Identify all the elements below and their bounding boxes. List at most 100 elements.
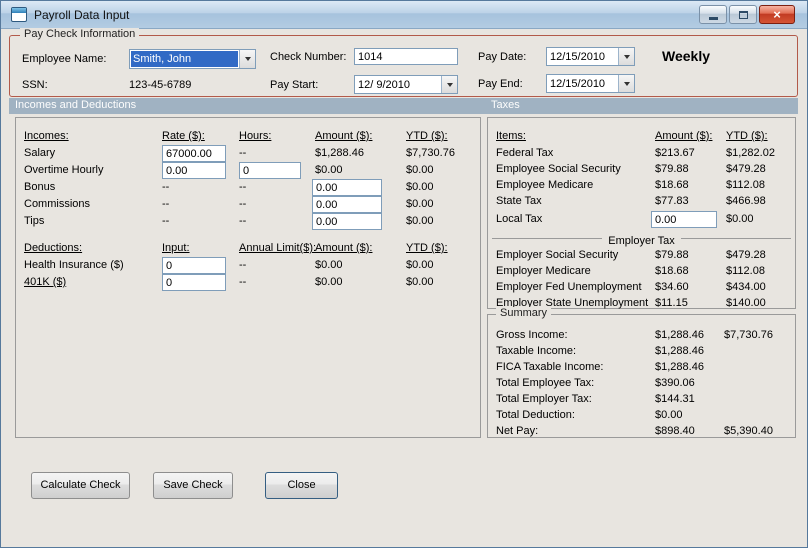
amount-col-header: Amount ($):: [315, 130, 373, 142]
income-hours: --: [239, 181, 247, 193]
amount-col-header: Amount ($):: [655, 130, 713, 142]
tax-row-state: State Tax $77.83 $466.98: [488, 195, 795, 211]
deduction-401k-link[interactable]: 401K ($): [24, 276, 66, 288]
ssn-value: 123-45-6789: [129, 79, 192, 91]
health-insurance-input[interactable]: [162, 257, 226, 274]
income-rate: --: [162, 181, 170, 193]
summary-label: Total Deduction:: [496, 409, 575, 421]
tax-amount: $18.68: [655, 265, 689, 277]
income-rate: --: [162, 198, 170, 210]
employee-dropdown-arrow-icon[interactable]: [239, 50, 255, 68]
deduction-row-health-insurance: Health Insurance ($) -- $0.00 $0.00: [16, 257, 480, 275]
tax-ytd: $0.00: [726, 213, 754, 225]
bonus-amount-input[interactable]: [312, 179, 382, 196]
window-controls: ×: [699, 5, 795, 24]
deduction-limit: --: [239, 259, 247, 271]
deduction-limit: --: [239, 276, 247, 288]
income-amount: $1,288.46: [315, 147, 364, 159]
pay-start-value: 12/ 9/2010: [358, 79, 410, 91]
deductions-header-row: Deductions: Input: Annual Limit($): Amou…: [16, 242, 480, 258]
tax-ytd: $466.98: [726, 195, 766, 207]
summary-row-fica: FICA Taxable Income: $1,288.46: [488, 361, 795, 377]
rate-col-header: Rate ($):: [162, 130, 205, 142]
summary-label: FICA Taxable Income:: [496, 361, 604, 373]
payroll-data-input-window: Payroll Data Input × Pay Check Informati…: [0, 0, 808, 548]
local-tax-input[interactable]: [651, 211, 717, 228]
check-number-input[interactable]: [354, 48, 458, 65]
close-dialog-button[interactable]: Close: [265, 472, 338, 499]
paycheck-group-label: Pay Check Information: [20, 28, 140, 40]
taxes-header-row: Items: Amount ($): YTD ($):: [488, 130, 795, 146]
tax-ytd: $112.08: [726, 179, 765, 191]
commissions-amount-input[interactable]: [312, 196, 382, 213]
income-hours: --: [239, 215, 247, 227]
save-check-button[interactable]: Save Check: [153, 472, 233, 499]
deductions-col-header: Deductions:: [24, 242, 83, 254]
tax-item: Employee Social Security: [496, 163, 621, 175]
employee-name-value: Smith, John: [131, 51, 238, 67]
hours-col-header: Hours:: [239, 130, 272, 142]
maximize-icon: [738, 10, 748, 19]
income-name: Commissions: [24, 198, 91, 210]
summary-label: Net Pay:: [496, 425, 539, 437]
tax-item: Employee Medicare: [496, 179, 594, 191]
summary-label: Taxable Income:: [496, 345, 577, 357]
deduction-ytd: $0.00: [406, 259, 434, 271]
pay-end-label: Pay End:: [478, 78, 523, 90]
summary-label: Total Employer Tax:: [496, 393, 592, 405]
pay-date-dropdown-arrow-icon[interactable]: [618, 48, 634, 65]
income-row-bonus: Bonus -- -- $0.00: [16, 179, 480, 197]
incomes-section-header: Incomes and Deductions: [15, 99, 137, 111]
salary-rate-input[interactable]: [162, 145, 226, 162]
summary-row-deduction: Total Deduction: $0.00: [488, 409, 795, 425]
income-ytd: $0.00: [406, 215, 434, 227]
input-col-header: Input:: [162, 242, 190, 254]
401k-input[interactable]: [162, 274, 226, 291]
summary-group-label: Summary: [496, 307, 552, 319]
pay-end-select[interactable]: 12/15/2010: [546, 74, 635, 93]
income-ytd: $0.00: [406, 198, 434, 210]
employee-name-select[interactable]: Smith, John: [129, 49, 256, 69]
calculate-check-button[interactable]: Calculate Check: [31, 472, 130, 499]
tips-amount-input[interactable]: [312, 213, 382, 230]
pay-start-dropdown-arrow-icon[interactable]: [441, 76, 457, 93]
pay-date-value: 12/15/2010: [550, 51, 606, 63]
pay-end-value: 12/15/2010: [550, 78, 606, 90]
summary-value: $144.31: [655, 393, 695, 405]
app-icon: [11, 7, 27, 22]
tax-row-employee-medicare: Employee Medicare $18.68 $112.08: [488, 179, 795, 195]
titlebar[interactable]: Payroll Data Input ×: [1, 1, 807, 29]
check-number-label: Check Number:: [270, 51, 347, 63]
deduction-row-401k: 401K ($) -- $0.00 $0.00: [16, 274, 480, 292]
deduction-name: Health Insurance ($): [24, 259, 124, 271]
income-rate: --: [162, 215, 170, 227]
tax-row-local: Local Tax $0.00: [488, 211, 795, 229]
pay-start-select[interactable]: 12/ 9/2010: [354, 75, 458, 94]
summary-row-employee-tax: Total Employee Tax: $390.06: [488, 377, 795, 393]
tax-row-employer-medicare: Employer Medicare $18.68 $112.08: [488, 265, 795, 281]
tax-row-federal: Federal Tax $213.67 $1,282.02: [488, 147, 795, 163]
tax-item: Local Tax: [496, 213, 543, 225]
window-body: Pay Check Information Employee Name: Smi…: [1, 28, 807, 547]
close-button[interactable]: ×: [759, 5, 795, 24]
summary-panel: Summary Gross Income: $1,288.46 $7,730.7…: [487, 307, 796, 438]
income-row-salary: Salary -- $1,288.46 $7,730.76: [16, 145, 480, 163]
tax-amount: $79.88: [655, 249, 689, 261]
overtime-hours-input[interactable]: [239, 162, 301, 179]
summary-value: $390.06: [655, 377, 695, 389]
income-row-tips: Tips -- -- $0.00: [16, 213, 480, 231]
summary-ytd: $7,730.76: [724, 329, 773, 341]
minimize-button[interactable]: [699, 5, 727, 24]
paycheck-info-group: Pay Check Information Employee Name: Smi…: [9, 28, 798, 97]
summary-label: Total Employee Tax:: [496, 377, 595, 389]
pay-date-label: Pay Date:: [478, 51, 527, 63]
pay-end-dropdown-arrow-icon[interactable]: [618, 75, 634, 92]
tax-ytd: $479.28: [726, 249, 766, 261]
income-ytd: $7,730.76: [406, 147, 455, 159]
tax-amount: $11.15: [655, 297, 688, 309]
summary-value: $0.00: [655, 409, 683, 421]
tax-amount: $79.88: [655, 163, 689, 175]
maximize-button[interactable]: [729, 5, 757, 24]
pay-date-select[interactable]: 12/15/2010: [546, 47, 635, 66]
overtime-rate-input[interactable]: [162, 162, 226, 179]
